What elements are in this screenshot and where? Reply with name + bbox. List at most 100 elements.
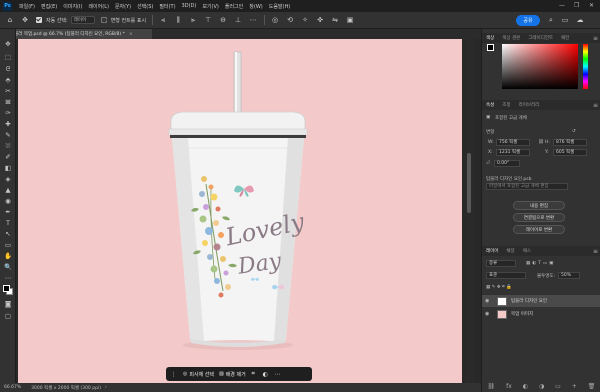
lock-icons[interactable]: ▦ ✎ ✥ ⌗ 🔒 [486,284,512,290]
auto-select-dropdown[interactable]: 레이어 [70,16,95,24]
menu-layer[interactable]: 레이어(L) [85,3,112,10]
marquee-tool-icon[interactable]: ⬚ [3,53,13,62]
zoom-level[interactable]: 66.67% [4,385,21,390]
vertical-scrollbar[interactable] [465,39,475,383]
auto-select-checkbox[interactable] [36,17,42,23]
menu-file[interactable]: 파일(F) [16,3,38,10]
3d-drag-icon[interactable]: ✜ [315,15,325,25]
hue-slider[interactable] [583,44,588,89]
home-icon[interactable]: ⌂ [5,15,15,25]
lasso-tool-icon[interactable]: ᘓ [3,65,13,74]
layer-filter-icons[interactable]: ▦◐T▭▣ [526,261,555,266]
panel-menu-icon[interactable]: ≡ [593,248,598,255]
dodge-tool-icon[interactable]: ◉ [3,197,13,206]
select-subject-button[interactable]: ◎ 피사체 선택 [183,371,214,378]
menu-window[interactable]: 창(W) [246,3,265,10]
search-icon[interactable]: ⌕ [546,15,556,25]
tab-color[interactable]: 색상 [482,35,498,41]
menu-type[interactable]: 문자(Y) [112,3,134,10]
3d-scale-icon[interactable]: ▣ [345,15,355,25]
cloud-icon[interactable]: ☁ [575,15,585,25]
tab-paths[interactable]: 패스 [519,248,535,254]
close-tab-icon[interactable]: × [129,32,133,37]
menu-filter[interactable]: 필터(T) [156,3,178,10]
move-tool-icon[interactable]: ✥ [20,15,30,25]
convert-to-layers-button[interactable]: 레이어로 변환 [513,225,565,234]
drag-handle-icon[interactable]: ⋮ [169,370,178,379]
screen-mode-icon[interactable]: ▢ [3,312,13,321]
new-group-icon[interactable]: ▭ [555,383,561,390]
tab-gradients[interactable]: 그레이디언트 [524,35,557,41]
menu-3d[interactable]: 3D(D) [179,3,200,9]
link-layers-icon[interactable]: ⛓ [487,383,495,390]
move-tool-icon[interactable]: ✥ [3,40,13,49]
color-picker-field[interactable] [502,44,578,89]
adjustment-layer-icon[interactable]: ◑ [539,383,544,390]
opacity-field[interactable]: 50% [558,272,580,279]
quick-mask-icon[interactable]: ◙ [3,300,13,309]
minimize-icon[interactable]: — [559,2,565,9]
type-tool-icon[interactable]: T [3,219,13,228]
width-field[interactable]: 756 픽셀 [496,139,530,146]
convert-to-linked-button[interactable]: 연결됨으로 변환 [513,213,565,222]
document-tab[interactable]: 텀블러 목업.psd @ 66.7% (텀블러 디자인 요인, RGB/8) *… [7,29,152,39]
remove-background-button[interactable]: ▨ 배경 제거 [219,371,246,378]
scrollbar-thumb[interactable] [467,153,471,213]
tab-properties[interactable]: 속성 [482,102,498,108]
transform-controls-checkbox[interactable] [100,17,107,23]
edit-toolbar-icon[interactable]: ⋯ [3,274,13,283]
tab-swatches[interactable]: 색상 견본 [498,35,524,41]
reset-icon[interactable]: ↺ [572,129,576,134]
more-icon[interactable]: ⋯ [273,370,282,379]
gradient-tool-icon[interactable]: ◈ [3,175,13,184]
foreground-color[interactable] [487,44,494,51]
3d-mode-icon[interactable]: ◎ [270,15,280,25]
hand-tool-icon[interactable]: ✋ [3,252,13,261]
eye-icon[interactable]: ◉ [485,311,493,317]
rectangle-tool-icon[interactable]: ▭ [3,241,13,250]
align-left-icon[interactable]: ⫷ [158,15,168,25]
tab-channels[interactable]: 채널 [502,248,518,254]
align-right-icon[interactable]: ⫸ [188,15,198,25]
delete-layer-icon[interactable]: 🗑 [588,383,596,390]
layer-style-icon[interactable]: fx [506,383,512,390]
menu-select[interactable]: 선택(S) [134,3,156,10]
blend-mode-dropdown[interactable]: 표준 [486,272,526,279]
3d-rotate-icon[interactable]: ⟲ [285,15,295,25]
tab-layers[interactable]: 레이어 [482,248,502,254]
tab-patterns[interactable]: 패턴 [557,35,573,41]
share-button[interactable]: 공유 [516,15,540,26]
add-mask-icon[interactable]: ◐ [523,383,528,390]
panel-menu-icon[interactable]: ≡ [593,102,598,109]
y-field[interactable]: 605 픽셀 [553,149,587,156]
align-bottom-icon[interactable]: ⊥ [233,15,243,25]
align-top-icon[interactable]: ⊤ [203,15,213,25]
new-layer-icon[interactable]: + [572,383,577,390]
align-center-icon[interactable]: ⫼ [173,15,183,25]
3d-roll-icon[interactable]: ✧ [300,15,310,25]
close-window-icon[interactable]: ✕ [589,2,594,9]
align-middle-icon[interactable]: ⊖ [218,15,228,25]
adjustment-icon[interactable]: ◐ [261,370,270,379]
layer-row[interactable]: ◉ 텀블러 디자인 요인 [482,295,600,307]
history-brush-tool-icon[interactable]: ✐ [3,153,13,162]
menu-edit[interactable]: 편집(E) [38,3,60,10]
eraser-tool-icon[interactable]: ◧ [3,164,13,173]
crop-transform-icon[interactable]: ⌗ [249,370,258,379]
menu-plugins[interactable]: 플러그인 [222,3,246,10]
more-options-icon[interactable]: ⋯ [248,15,258,25]
crop-tool-icon[interactable]: ✂ [3,87,13,96]
menu-view[interactable]: 보기(V) [199,3,222,10]
object-select-tool-icon[interactable]: ⬘ [3,76,13,85]
height-field[interactable]: 876 픽셀 [553,139,587,146]
edit-contents-button[interactable]: 내용 편집 [513,201,565,210]
link-icon[interactable]: ⛓ [538,140,544,145]
3d-slide-icon[interactable]: ⇋ [330,15,340,25]
layer-filter-dropdown[interactable]: 종류 [486,260,516,267]
eye-icon[interactable]: ◉ [485,298,493,304]
maximize-icon[interactable]: ❐ [574,2,579,9]
brush-tool-icon[interactable]: ✎ [3,131,13,140]
x-field[interactable]: 1231 픽셀 [496,149,530,156]
layer-row[interactable]: ◉ 목업 이미지 [482,308,600,320]
blur-tool-icon[interactable]: ▲ [3,186,13,195]
